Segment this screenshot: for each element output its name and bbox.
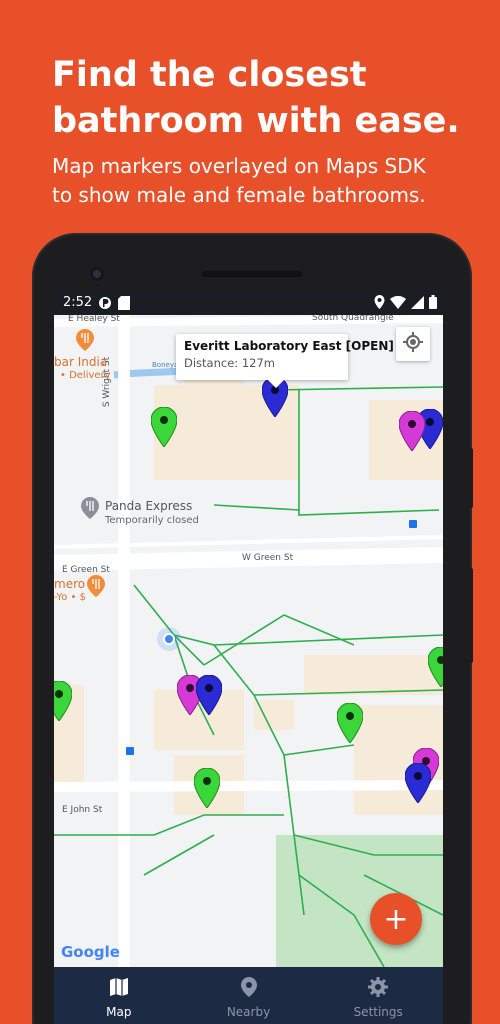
bottom-navigation: Map Nearby Settings <box>54 967 443 1024</box>
restaurant-icon[interactable] <box>81 497 99 523</box>
volume-button <box>468 568 473 663</box>
map-icon <box>109 977 129 1000</box>
restaurant-icon[interactable] <box>76 329 94 355</box>
gear-icon <box>368 977 389 1000</box>
crosshair-icon <box>403 332 423 356</box>
poi-panda-name[interactable]: Panda Express <box>105 499 192 513</box>
label-e-healey: E Healey St <box>68 315 120 324</box>
marker-male[interactable] <box>404 762 432 804</box>
marker-unisex[interactable] <box>427 646 443 688</box>
nav-label-settings: Settings <box>353 1005 403 1019</box>
promo-subline: Map markers overlayed on Maps SDK to sho… <box>52 152 482 210</box>
restaurant-icon[interactable] <box>87 575 105 601</box>
headline-line-2: bathroom with ease. <box>52 101 460 141</box>
nav-label-map: Map <box>106 1005 132 1019</box>
plus-icon: + <box>383 901 409 937</box>
google-logo: Google <box>61 943 120 961</box>
app-screen: 2:52 E Healey St South Quadrangle S Wrig… <box>54 291 443 1024</box>
info-window-distance: Distance: 127m <box>184 356 275 370</box>
nav-label-nearby: Nearby <box>226 1005 271 1019</box>
status-bar: 2:52 <box>54 291 443 315</box>
poi-merc-name[interactable]: mero <box>54 577 85 591</box>
nav-item-settings[interactable]: Settings <box>313 967 443 1024</box>
poi-india-name[interactable]: bar India <box>54 355 107 369</box>
info-window-title: Everitt Laboratory East [OPEN] <box>184 339 394 353</box>
my-location-button[interactable] <box>396 327 430 361</box>
user-location-dot <box>163 633 175 645</box>
speaker-grille <box>202 271 302 277</box>
label-w-green: W Green St <box>242 553 294 563</box>
marker-female[interactable] <box>398 410 426 452</box>
nav-item-nearby[interactable]: Nearby <box>184 967 314 1024</box>
label-e-john: E John St <box>62 805 103 815</box>
subline-line-1: Map markers overlayed on Maps SDK <box>52 154 426 178</box>
marker-unisex[interactable] <box>336 702 364 744</box>
status-time: 2:52 <box>63 295 93 310</box>
phone-frame: 2:52 E Healey St South Quadrangle S Wrig… <box>32 233 473 1024</box>
map-view[interactable]: E Healey St South Quadrangle S Wright St… <box>54 315 443 967</box>
label-south-quad: South Quadrangle <box>312 315 394 323</box>
subline-line-2: to show male and female bathrooms. <box>52 183 426 207</box>
poi-merc-sub: -Yo • $ <box>54 592 86 603</box>
signal-icon <box>411 295 424 313</box>
marker-unisex[interactable] <box>193 767 221 809</box>
add-bathroom-button[interactable]: + <box>370 893 422 945</box>
status-icons <box>374 295 437 313</box>
app-notification-icon <box>98 296 112 314</box>
label-e-green: E Green St <box>62 565 110 575</box>
sd-card-icon <box>118 296 130 314</box>
marker-unisex[interactable] <box>150 406 178 448</box>
nav-item-map[interactable]: Map <box>54 967 184 1024</box>
wifi-icon <box>390 295 406 313</box>
location-icon <box>374 295 385 313</box>
poi-india-sub: • Delivery <box>60 370 111 381</box>
location-pin-icon <box>240 977 257 1000</box>
battery-icon <box>429 295 437 313</box>
headline-line-1: Find the closest <box>52 55 367 95</box>
marker-male[interactable] <box>195 674 223 716</box>
google-logo-text: Google <box>61 943 120 961</box>
marker-unisex[interactable] <box>54 680 73 722</box>
power-button <box>468 448 473 508</box>
marker-info-window[interactable]: Everitt Laboratory East [OPEN] Distance:… <box>176 334 394 388</box>
promo-headline: Find the closest bathroom with ease. <box>52 52 472 144</box>
poi-panda-sub: Temporarily closed <box>105 515 199 526</box>
map-base <box>54 315 443 967</box>
front-camera <box>90 267 104 281</box>
